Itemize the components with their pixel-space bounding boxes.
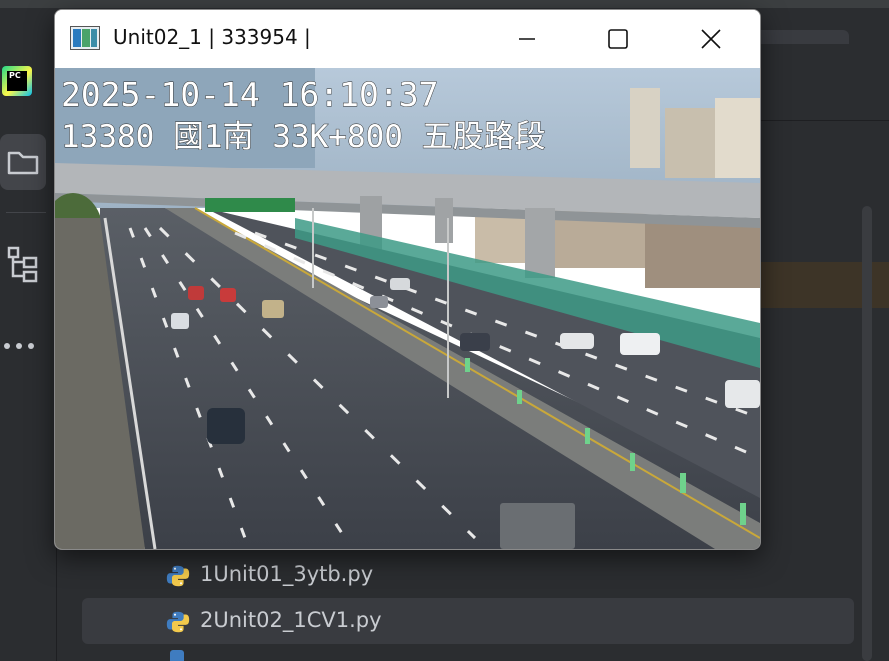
minimize-icon xyxy=(519,38,535,40)
maximize-icon xyxy=(608,29,628,49)
file-item-unit01[interactable]: 1Unit01_3ytb.py xyxy=(82,552,854,598)
window-title: Unit02_1 | 333954 | xyxy=(113,25,311,49)
close-button[interactable] xyxy=(688,10,734,68)
traffic-camera-image[interactable]: 2025-10-14 16:10:37 13380 國1南 33K+800 五股… xyxy=(55,68,760,549)
location-overlay: 13380 國1南 33K+800 五股路段 xyxy=(61,119,546,155)
project-scrollbar[interactable] xyxy=(862,206,872,661)
folder-icon xyxy=(7,151,39,175)
structure-tool-button[interactable] xyxy=(0,236,46,292)
file-item-unit02[interactable]: 2Unit02_1CV1.py xyxy=(82,598,854,644)
app-logo-text: PC xyxy=(9,71,21,80)
timestamp-overlay: 2025-10-14 16:10:37 xyxy=(61,75,439,114)
pycharm-logo-icon[interactable]: PC xyxy=(2,66,32,96)
toolbar-separator xyxy=(6,212,46,213)
python-icon xyxy=(166,611,190,633)
more-icon xyxy=(4,343,34,349)
file-name: 2Unit02_1CV1.py xyxy=(200,608,382,632)
python-icon xyxy=(170,650,184,661)
structure-icon xyxy=(7,246,38,283)
close-icon xyxy=(701,29,721,49)
python-icon xyxy=(166,565,190,587)
opencv-app-icon xyxy=(70,26,100,50)
more-tool-button[interactable] xyxy=(0,318,46,374)
ide-top-strip xyxy=(0,0,889,8)
panel-divider xyxy=(759,120,889,121)
project-tool-button[interactable] xyxy=(0,134,46,190)
maximize-button[interactable] xyxy=(595,10,641,68)
opencv-window[interactable]: Unit02_1 | 333954 | 2025-10-14 16:10:37 … xyxy=(54,9,761,550)
minimize-button[interactable] xyxy=(504,10,550,68)
window-titlebar[interactable]: Unit02_1 | 333954 | xyxy=(55,10,760,68)
file-name: 1Unit01_3ytb.py xyxy=(200,562,374,586)
overhead-sign xyxy=(205,198,295,212)
